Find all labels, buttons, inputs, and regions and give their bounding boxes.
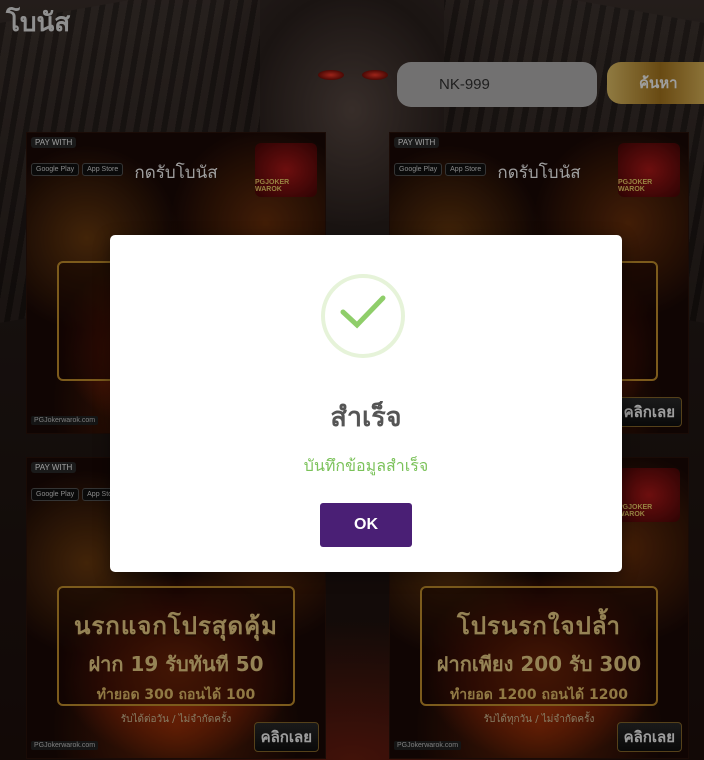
check-icon — [321, 274, 405, 358]
ok-button[interactable]: OK — [320, 503, 412, 547]
dialog-message: บันทึกข้อมูลสำเร็จ — [303, 456, 429, 475]
success-dialog: สำเร็จ บันทึกข้อมูลสำเร็จ OK — [110, 235, 622, 572]
dialog-title: สำเร็จ — [330, 402, 402, 433]
